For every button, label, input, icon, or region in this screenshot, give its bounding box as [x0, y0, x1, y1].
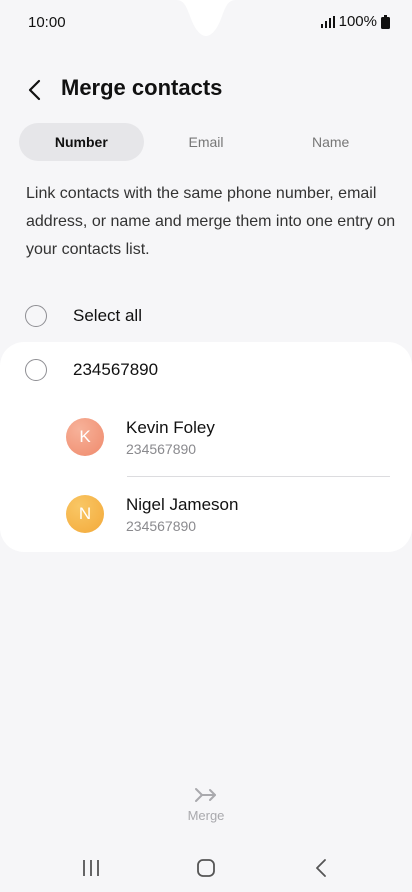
contact-divider	[127, 476, 390, 477]
tab-name[interactable]: Name	[268, 123, 393, 161]
avatar: N	[66, 495, 104, 533]
tab-email[interactable]: Email	[144, 123, 269, 161]
tab-bar: Number Email Name	[19, 123, 393, 161]
description-text: Link contacts with the same phone number…	[26, 185, 396, 258]
contact-name: Kevin Foley	[126, 417, 215, 437]
select-all-radio[interactable]	[25, 305, 47, 327]
nav-home-button[interactable]	[186, 854, 226, 882]
tab-number[interactable]: Number	[19, 123, 144, 161]
battery-icon	[381, 14, 390, 29]
status-time: 10:00	[28, 14, 66, 31]
contact-item: N Nigel Jameson 234567890	[0, 481, 412, 547]
nav-back-icon	[316, 859, 326, 877]
back-button[interactable]	[18, 74, 50, 106]
nav-back-button[interactable]	[301, 854, 341, 882]
merge-button[interactable]: Merge	[166, 786, 246, 834]
select-all-label: Select all	[73, 306, 142, 325]
home-icon	[197, 859, 215, 877]
navigation-bar	[0, 848, 412, 888]
recents-icon	[83, 860, 99, 876]
select-all-row[interactable]: Select all	[0, 296, 412, 336]
contact-name: Nigel Jameson	[126, 494, 239, 514]
contact-text: Nigel Jameson 234567890	[126, 495, 238, 534]
back-arrow-icon	[28, 79, 41, 101]
merge-icon	[195, 788, 216, 802]
contact-text: Kevin Foley 234567890	[126, 418, 215, 457]
page-title: Merge contacts	[61, 75, 223, 100]
contact-number: 234567890	[126, 517, 197, 534]
status-indicators: 100%	[320, 13, 390, 30]
group-label: 234567890	[73, 360, 159, 379]
avatar-initial: N	[78, 504, 92, 523]
header: Merge contacts	[0, 66, 412, 112]
merge-label: Merge	[187, 808, 225, 823]
duplicate-group-card: 234567890 K Kevin Foley 234567890 N Nige…	[0, 342, 412, 552]
group-row[interactable]: 234567890	[0, 352, 412, 388]
nav-recents-button[interactable]	[71, 854, 111, 882]
avatar: K	[66, 418, 104, 456]
status-bar: 10:00 100%	[0, 0, 412, 46]
group-radio[interactable]	[25, 359, 47, 381]
avatar-initial: K	[79, 427, 91, 446]
camera-notch	[176, 0, 236, 36]
signal-icon	[320, 15, 335, 28]
contact-number: 234567890	[126, 440, 197, 457]
battery-level: 100%	[338, 13, 377, 30]
contact-item: K Kevin Foley 234567890	[0, 404, 412, 470]
